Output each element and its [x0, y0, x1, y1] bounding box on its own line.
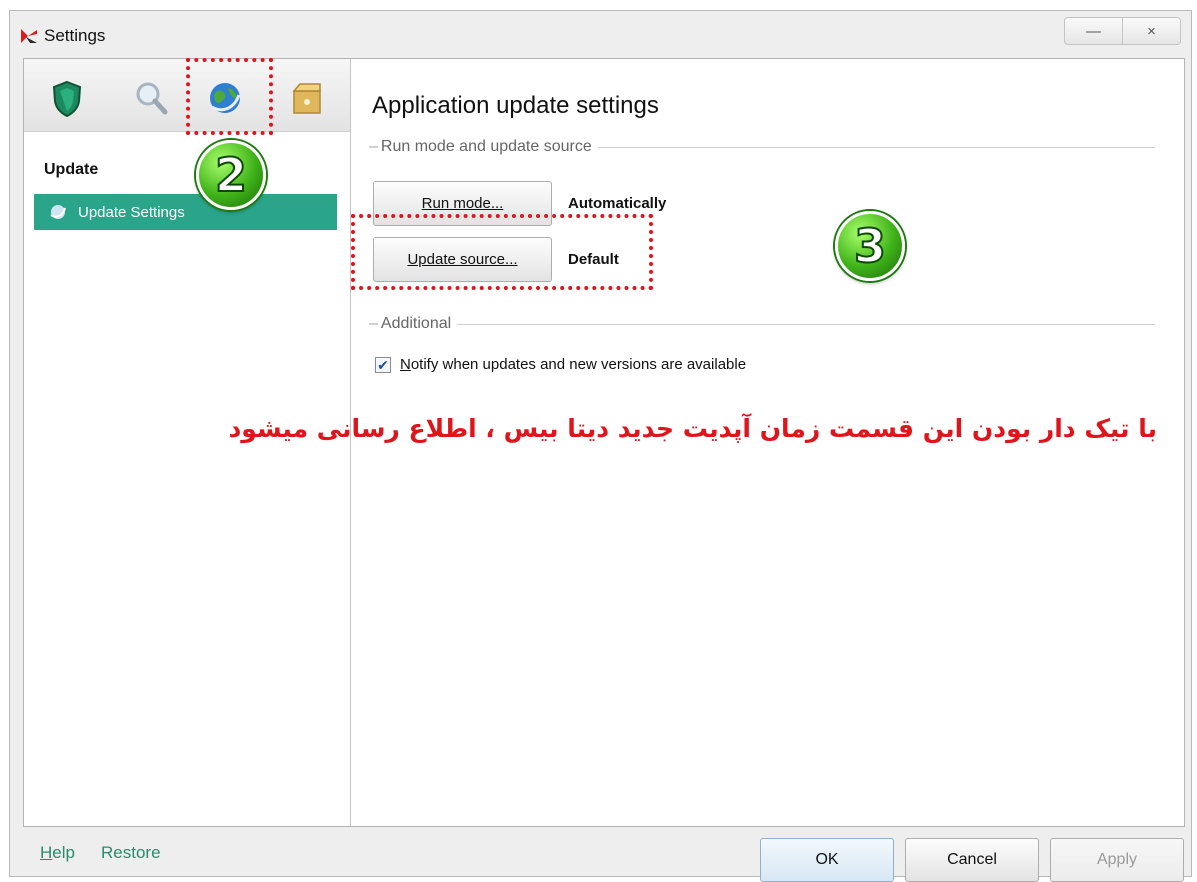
- sidebar-item-label: Update Settings: [78, 203, 185, 221]
- ok-button[interactable]: OK: [760, 838, 894, 882]
- title-bar: Settings — ×: [10, 11, 1191, 61]
- scan-tab[interactable]: [130, 77, 172, 119]
- close-button[interactable]: ×: [1122, 18, 1180, 44]
- advanced-tab[interactable]: [286, 77, 328, 119]
- annotation-highlight-update-source: [351, 214, 653, 290]
- annotation-badge-2: 2: [196, 140, 266, 210]
- annotation-highlight-update-tab: [186, 58, 273, 135]
- cancel-button[interactable]: Cancel: [905, 838, 1039, 882]
- restore-link[interactable]: Restore: [101, 843, 161, 863]
- notify-option[interactable]: ✔ Notify when updates and new versions a…: [375, 356, 746, 373]
- divider: [457, 323, 1155, 325]
- protection-tab[interactable]: [46, 77, 88, 119]
- box-icon: [292, 83, 321, 114]
- group-additional-label: Additional: [380, 315, 452, 332]
- window-title: Settings: [44, 26, 106, 45]
- window-controls: — ×: [1064, 17, 1181, 45]
- notify-checkbox[interactable]: ✔: [375, 356, 391, 373]
- annotation-badge-3: 3: [835, 211, 905, 281]
- kaspersky-logo-icon: [20, 28, 38, 44]
- update-globe-icon: [50, 205, 66, 219]
- magnifier-icon: [136, 82, 168, 115]
- divider: [597, 146, 1155, 148]
- apply-button[interactable]: Apply: [1050, 838, 1184, 882]
- group-run-mode: – Run mode and update source: [369, 138, 1155, 156]
- settings-window: Settings — × Update Update Settings Appl…: [9, 10, 1192, 882]
- group-additional: – Additional: [369, 315, 1155, 333]
- sidebar-item-update-settings[interactable]: Update Settings: [34, 194, 337, 230]
- notify-checkbox-label: Notify when updates and new versions are…: [400, 356, 747, 373]
- page-title: Application update settings: [372, 92, 659, 119]
- group-run-mode-label: Run mode and update source: [380, 138, 592, 155]
- run-mode-value: Automatically: [568, 195, 667, 212]
- help-link[interactable]: Help: [40, 843, 75, 863]
- footer: Help Restore OK Cancel Apply: [10, 827, 1191, 882]
- minimize-button[interactable]: —: [1065, 18, 1122, 44]
- section-title-update: Update: [44, 161, 99, 178]
- annotation-note: با تیک دار بودن این قسمت زمان آپدیت جدید…: [228, 414, 1157, 443]
- shield-icon: [52, 80, 82, 118]
